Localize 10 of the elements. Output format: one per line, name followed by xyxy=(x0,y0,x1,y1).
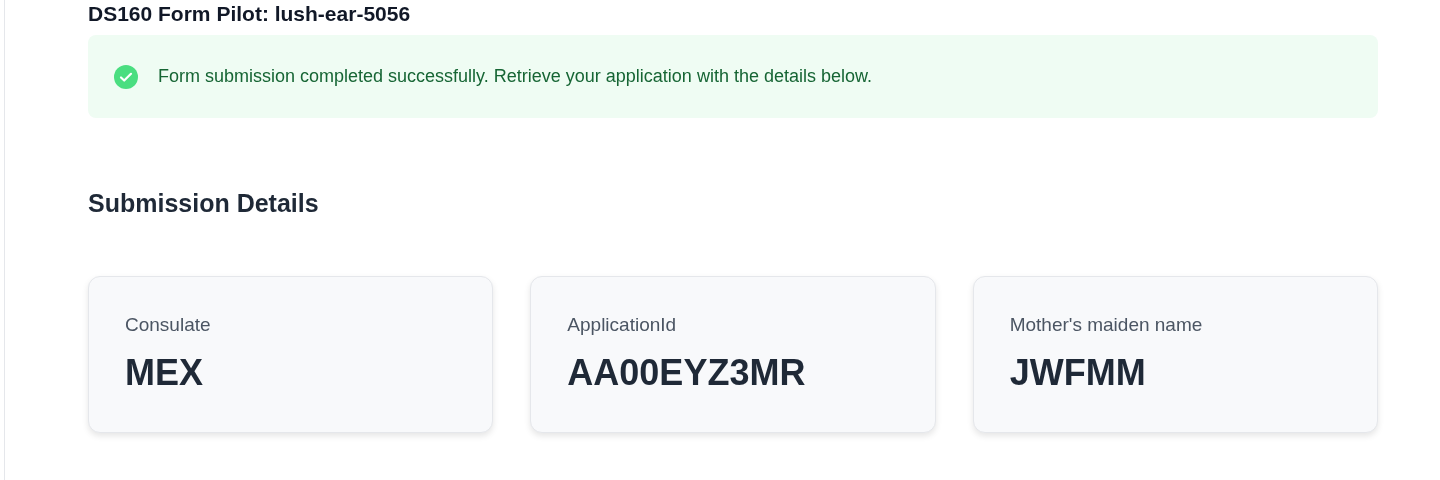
check-circle-icon xyxy=(114,64,138,89)
detail-value: MEX xyxy=(125,353,204,393)
page-title: DS160 Form Pilot: lush-ear-5056 xyxy=(88,1,412,27)
detail-label: ApplicationId xyxy=(567,313,678,337)
alert-message: Form submission completed successfully. Retrieve your application with the details below. xyxy=(158,65,872,88)
detail-label: Consulate xyxy=(125,313,212,337)
detail-value: AA00EYZ3MR xyxy=(567,353,807,393)
detail-value: JWFMM xyxy=(1009,353,1147,393)
section-heading: Submission Details xyxy=(88,188,320,218)
detail-label: Mother's maiden name xyxy=(1009,313,1204,337)
